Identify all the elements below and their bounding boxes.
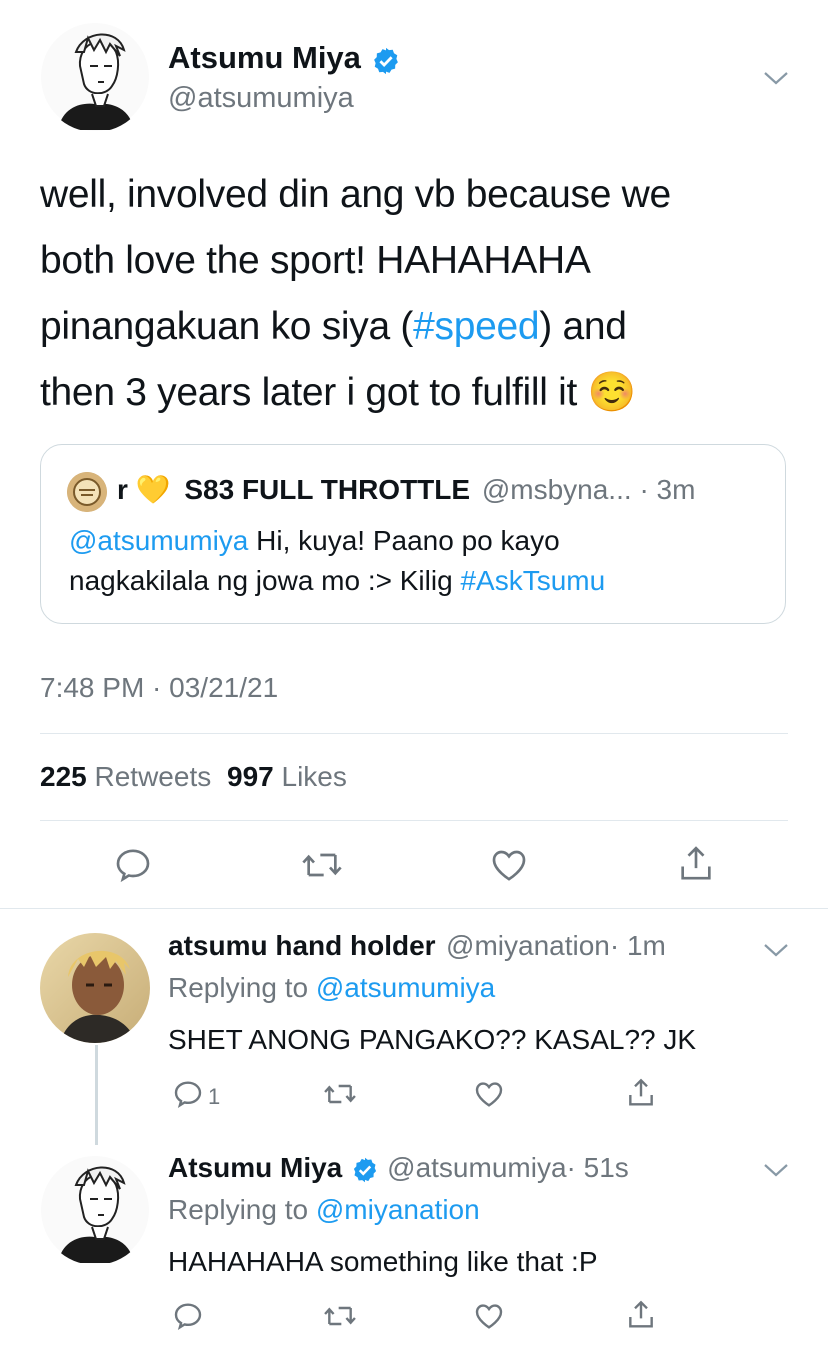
- tweet-text-line: both love the sport! HAHAHAHA: [40, 239, 591, 282]
- reply2-handle: @atsumumiya: [387, 1152, 567, 1183]
- author-avatar[interactable]: [40, 22, 150, 132]
- author-handle[interactable]: @atsumumiya: [168, 82, 354, 115]
- author-name[interactable]: Atsumu Miya: [168, 40, 361, 75]
- tweet-text-line: pinangakuan ko siya (#speed) and: [40, 305, 627, 348]
- verified-badge-icon: [351, 1156, 379, 1184]
- chevron-down-icon[interactable]: [762, 940, 790, 960]
- author-name-row[interactable]: Atsumu Miya: [168, 40, 401, 76]
- likes-stat[interactable]: 997 Likes: [227, 761, 347, 792]
- reply1-text: SHET ANONG PANGAKO?? KASAL?? JK: [168, 1024, 697, 1055]
- quoted-name-prefix: r: [117, 474, 128, 505]
- reply2-text: HAHAHAHA something like that :P: [168, 1246, 598, 1277]
- quoted-time: · 3m: [639, 474, 696, 505]
- reply1-avatar[interactable]: [40, 933, 150, 1043]
- smile-emoji: ☺️: [587, 371, 637, 414]
- retweets-stat[interactable]: 225 Retweets: [40, 761, 211, 792]
- reply1-name: atsumu hand holder: [168, 930, 436, 961]
- tweet-text: well, involved din ang vb because we bot…: [40, 162, 800, 426]
- reply-icon[interactable]: [113, 845, 153, 885]
- reply2-mention-link[interactable]: @miyanation: [316, 1194, 480, 1225]
- share-icon[interactable]: [625, 1298, 657, 1332]
- reply1-replying-to: Replying to @atsumumiya: [168, 972, 496, 1003]
- divider: [40, 820, 788, 821]
- quoted-name: S83 FULL THROTTLE: [184, 474, 471, 505]
- hashtag-link[interactable]: #speed: [413, 305, 539, 348]
- reply1-reply-count: 1: [208, 1084, 221, 1109]
- tweet-timestamp[interactable]: 7:48 PM · 03/21/21: [40, 672, 278, 704]
- quoted-handle: @msbyna...: [481, 474, 632, 505]
- quoted-text: @atsumumiya Hi, kuya! Paano po kayo nagk…: [69, 525, 606, 596]
- section-divider: [0, 908, 828, 909]
- like-icon[interactable]: [489, 845, 529, 885]
- quoted-avatar[interactable]: [67, 472, 107, 512]
- thread-line: [95, 1045, 98, 1145]
- verified-badge-icon: [371, 46, 401, 76]
- reply-icon[interactable]: [172, 1300, 204, 1332]
- chevron-down-icon[interactable]: [762, 68, 790, 88]
- tweet-text-line: then 3 years later i got to fulfill it ☺…: [40, 371, 637, 414]
- tweet-text-line: well, involved din ang vb because we: [40, 173, 671, 216]
- retweet-icon[interactable]: [322, 1078, 358, 1110]
- tweet-stats: 225 Retweets 997 Likes: [40, 761, 347, 793]
- reply2-avatar[interactable]: [40, 1155, 150, 1265]
- reply2-time: · 51s: [566, 1152, 629, 1183]
- quoted-hashtag-link[interactable]: #AskTsumu: [460, 565, 605, 596]
- quoted-header[interactable]: r 💛 S83 FULL THROTTLE @msbyna... · 3m: [117, 473, 695, 506]
- retweet-icon[interactable]: [322, 1300, 358, 1332]
- reply-icon[interactable]: [172, 1078, 204, 1110]
- reply1-header[interactable]: atsumu hand holder @miyanation· 1m: [168, 930, 666, 962]
- heart-emoji: 💛: [135, 474, 171, 505]
- retweet-icon[interactable]: [300, 845, 344, 885]
- reply2-replying-to: Replying to @miyanation: [168, 1194, 480, 1225]
- divider: [40, 733, 788, 734]
- share-icon[interactable]: [676, 843, 716, 885]
- quoted-mention-link[interactable]: @atsumumiya: [69, 525, 248, 556]
- share-icon[interactable]: [625, 1076, 657, 1110]
- quoted-tweet[interactable]: r 💛 S83 FULL THROTTLE @msbyna... · 3m @a…: [40, 444, 786, 624]
- like-icon[interactable]: [473, 1078, 505, 1110]
- reply1-time: · 1m: [609, 930, 666, 961]
- chevron-down-icon[interactable]: [762, 1160, 790, 1180]
- like-icon[interactable]: [473, 1300, 505, 1332]
- reply2-header[interactable]: Atsumu Miya @atsumumiya· 51s: [168, 1152, 629, 1184]
- reply1-mention-link[interactable]: @atsumumiya: [316, 972, 495, 1003]
- reply1-handle: @miyanation: [446, 930, 610, 961]
- reply2-name: Atsumu Miya: [168, 1152, 343, 1183]
